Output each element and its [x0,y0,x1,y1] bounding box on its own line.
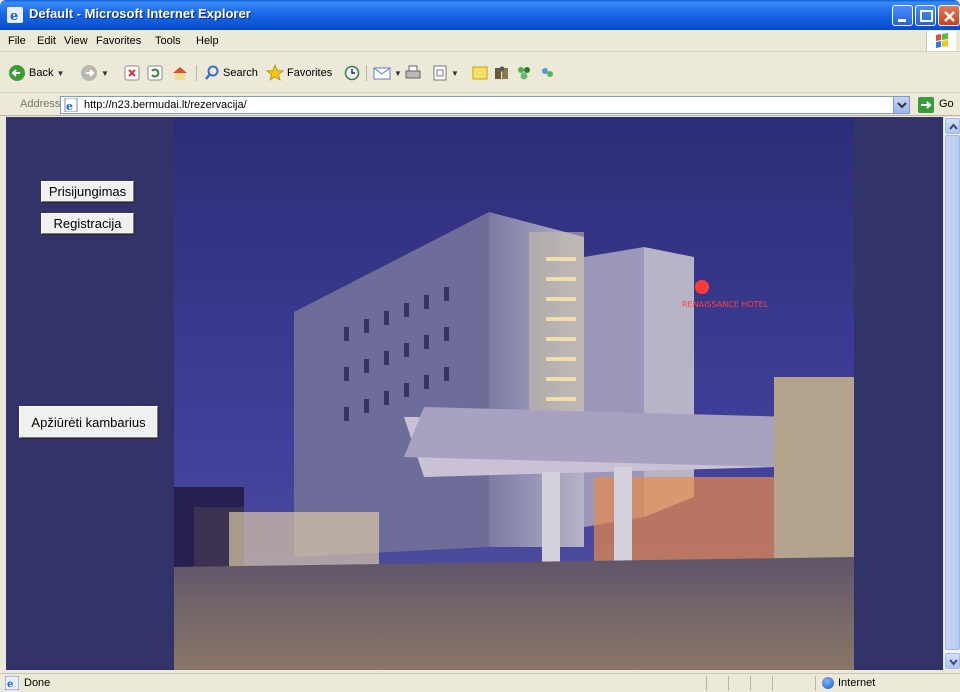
back-arrow-icon [9,65,25,81]
toolbar-separator [366,65,367,81]
history-button[interactable] [344,63,360,83]
scroll-up-button[interactable] [945,118,960,134]
messenger-icon [518,67,530,80]
address-input[interactable]: e http://n23.bermudai.lt/rezervacija/ [60,96,910,114]
refresh-icon [147,65,163,81]
vertical-scrollbar[interactable] [943,117,960,670]
search-label: Search [223,67,258,79]
page-content: Prisijungimas Registracija Apžiūrėti kam… [6,117,943,670]
status-bar: e Done Internet [0,673,960,692]
maximize-icon [920,10,933,22]
home-icon [173,67,187,80]
status-zone-panel [815,676,945,691]
status-panel [772,676,794,691]
scroll-thumb[interactable] [945,135,960,650]
menu-file[interactable]: File [8,35,26,47]
menu-tools[interactable]: Tools [155,35,181,47]
address-label: Address [20,98,61,110]
back-label: Back [29,67,54,79]
page-done-icon: e [5,676,19,690]
page-icon: e [64,98,78,112]
toolbar-separator [196,65,197,81]
forward-arrow-icon [81,65,97,81]
back-dropdown-icon[interactable]: ▼ [56,69,64,78]
menu-help[interactable]: Help [196,35,219,47]
chevron-down-icon [949,659,958,666]
scroll-down-button[interactable] [945,653,960,669]
minimize-button[interactable] [892,5,913,26]
svg-text:e: e [7,679,13,690]
notes-icon [472,66,488,80]
mail-button[interactable]: ▼ [373,63,402,83]
status-zone: Internet [838,677,876,689]
edit-page-icon [433,65,447,81]
title-bar[interactable]: e Default - Microsoft Internet Explorer [0,0,960,30]
search-icon [205,65,219,80]
mail-dropdown-icon[interactable]: ▼ [394,69,402,78]
go-arrow-icon[interactable] [918,97,934,113]
view-rooms-button[interactable]: Apžiūrėti kambarius [19,406,158,438]
chevron-up-icon [949,123,958,130]
register-button[interactable]: Registracija [41,213,134,234]
print-icon [405,65,421,79]
refresh-button[interactable] [147,63,163,83]
favorites-star-icon [266,64,284,81]
research-button[interactable] [494,63,510,83]
favorites-button[interactable]: Favorites [266,63,332,83]
search-button[interactable]: Search [204,63,258,83]
close-icon [944,11,955,22]
stop-icon [124,65,140,81]
people-icon [542,68,553,77]
extra-button[interactable] [539,63,555,83]
favorites-label: Favorites [287,67,333,79]
hotel-photo: RENAISSANCE HOTEL [174,117,854,670]
internet-globe-icon [822,677,834,689]
menu-favorites[interactable]: Favorites [96,35,141,47]
forward-dropdown-icon[interactable]: ▼ [101,69,109,78]
svg-text:e: e [66,100,73,112]
research-icon [495,66,508,79]
address-url: http://n23.bermudai.lt/rezervacija/ [84,99,247,111]
status-panel [728,676,750,691]
hotel-sign: RENAISSANCE HOTEL [682,300,769,309]
status-panel [750,676,772,691]
internet-explorer-icon: e [7,7,23,23]
back-button[interactable]: Back ▼ [8,63,64,83]
mail-icon [373,67,391,80]
print-button[interactable] [405,63,421,83]
menu-bar: File Edit View Favorites Tools Help [0,30,960,52]
go-button[interactable]: Go [939,98,954,110]
menu-edit[interactable]: Edit [37,35,56,47]
edit-dropdown-icon[interactable]: ▼ [451,69,459,78]
messenger-button[interactable] [516,63,532,83]
windows-logo-icon [926,31,956,51]
edit-button[interactable]: ▼ [432,63,459,83]
status-text: Done [24,677,51,689]
svg-text:e: e [10,9,18,23]
menu-view[interactable]: View [64,35,88,47]
maximize-button[interactable] [915,5,936,26]
chevron-down-icon [897,102,907,109]
home-button[interactable] [171,63,189,83]
close-button[interactable] [938,5,960,26]
minimize-icon [898,19,906,22]
discuss-button[interactable] [472,63,488,83]
stop-button[interactable] [124,63,140,83]
window-title: Default - Microsoft Internet Explorer [29,6,251,21]
forward-button[interactable]: ▼ [80,63,109,83]
address-bar: Address e http://n23.bermudai.lt/rezerva… [0,94,960,116]
status-panel [706,676,728,691]
toolbar: Back ▼ ▼ Search Favorites ▼ ▼ [0,53,960,93]
address-dropdown-button[interactable] [893,97,909,113]
history-icon [344,65,360,81]
login-button[interactable]: Prisijungimas [41,181,134,202]
